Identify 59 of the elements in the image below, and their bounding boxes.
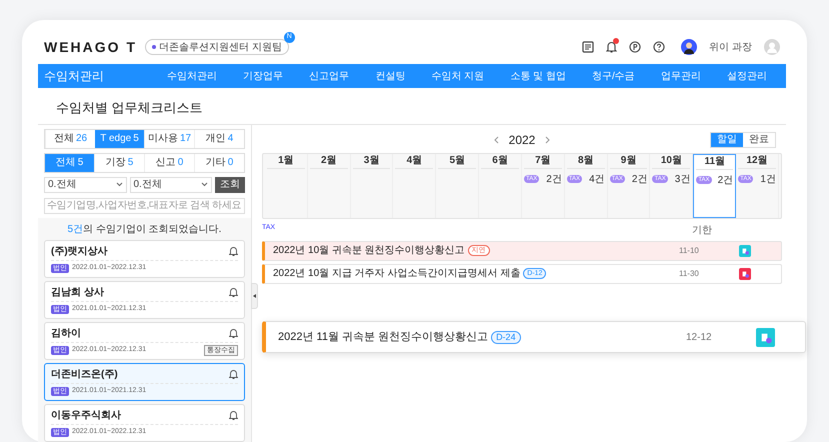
previous-icon[interactable] — [494, 136, 499, 144]
notification-button[interactable] — [606, 41, 618, 53]
chevron-icon — [201, 182, 208, 187]
client-name: 김남희 상사 — [51, 286, 104, 300]
help-icon[interactable] — [653, 41, 666, 53]
collapse-handle[interactable] — [251, 282, 258, 308]
workspace-name: 더존솔루션지원센터 지원팀 — [159, 40, 282, 54]
chevron-icon — [116, 182, 122, 187]
task-count: 1건 — [760, 172, 776, 186]
due-date: 12-12 — [686, 330, 713, 344]
avatar-icon[interactable] — [681, 39, 698, 55]
month-column[interactable]: 3월 — [350, 154, 394, 218]
select-dropdown[interactable]: 0.전체 — [130, 176, 212, 192]
memo-icon[interactable] — [582, 41, 594, 53]
bell-icon[interactable] — [229, 287, 238, 297]
filter-tab[interactable]: 미사용 17 — [144, 130, 194, 148]
client-name: 이동우주식회사 — [51, 408, 121, 422]
bell-icon — [606, 41, 618, 53]
search-button[interactable]: 조회 — [215, 176, 245, 192]
user-name[interactable]: 위이 과장 — [709, 40, 752, 54]
month-column[interactable]: 1월 — [265, 154, 308, 218]
task-title: 2022년 11월 귀속분 원천징수이행상황신고 — [278, 330, 488, 345]
due-date: 11-30 — [679, 268, 700, 280]
workspace-pill[interactable]: 더존솔루션지원센터 지원팀 — [145, 39, 289, 55]
task-count: 3건 — [674, 172, 690, 186]
due-header: 기한 — [692, 224, 712, 238]
document-icon[interactable] — [739, 244, 751, 256]
task-count: 2건 — [546, 172, 562, 186]
search-field[interactable]: 수임기업명,사업자번호,대표자로 검색 하세요. — [44, 198, 245, 214]
task-count: 2건 — [632, 172, 648, 186]
due-date: 11-10 — [679, 244, 700, 256]
document-icon[interactable] — [739, 268, 751, 280]
bell-icon[interactable] — [229, 328, 238, 338]
year-label: 2022 — [508, 132, 536, 148]
nav-title: 수임처관리 — [44, 68, 105, 85]
client-name: 더존비즈온(주) — [51, 368, 118, 382]
p-circle-icon[interactable] — [629, 41, 642, 53]
task-count: 4건 — [589, 172, 605, 186]
task-title: 2022년 10월 지급 거주자 사업소득간이지급명세서 제출 — [273, 267, 520, 281]
result-summary: 5건의 수임기업이 조회되었습니다. — [66, 222, 222, 236]
month-column[interactable]: 2월 — [308, 154, 351, 218]
month-column[interactable]: 4월 — [393, 154, 436, 218]
logo: WEHAGO T — [44, 38, 137, 56]
task-title: 2022년 10월 귀속분 원천징수이행상황신고 — [273, 244, 465, 258]
month-column[interactable]: 5월 — [436, 154, 480, 218]
select-dropdown[interactable]: 0.전체 — [44, 176, 126, 192]
task-count: 2건 — [718, 174, 734, 188]
floating-task-card[interactable]: 2022년 11월 귀속분 원천징수이행상황신고 D-24 12-12 — [262, 321, 806, 353]
deadline-badge: D-24 — [491, 330, 521, 344]
client-name: (주)랫지상사 — [51, 244, 108, 258]
client-name: 김하이 — [51, 326, 81, 340]
bell-icon[interactable] — [229, 410, 238, 420]
bell-icon[interactable] — [229, 246, 238, 256]
month-column[interactable]: 6월 — [479, 154, 522, 218]
caret-icon — [253, 294, 256, 298]
document-icon[interactable] — [756, 328, 775, 346]
next-icon[interactable] — [545, 136, 550, 144]
page-title: 수임처별 업무체크리스트 — [55, 99, 204, 117]
bell-icon[interactable] — [229, 369, 238, 379]
